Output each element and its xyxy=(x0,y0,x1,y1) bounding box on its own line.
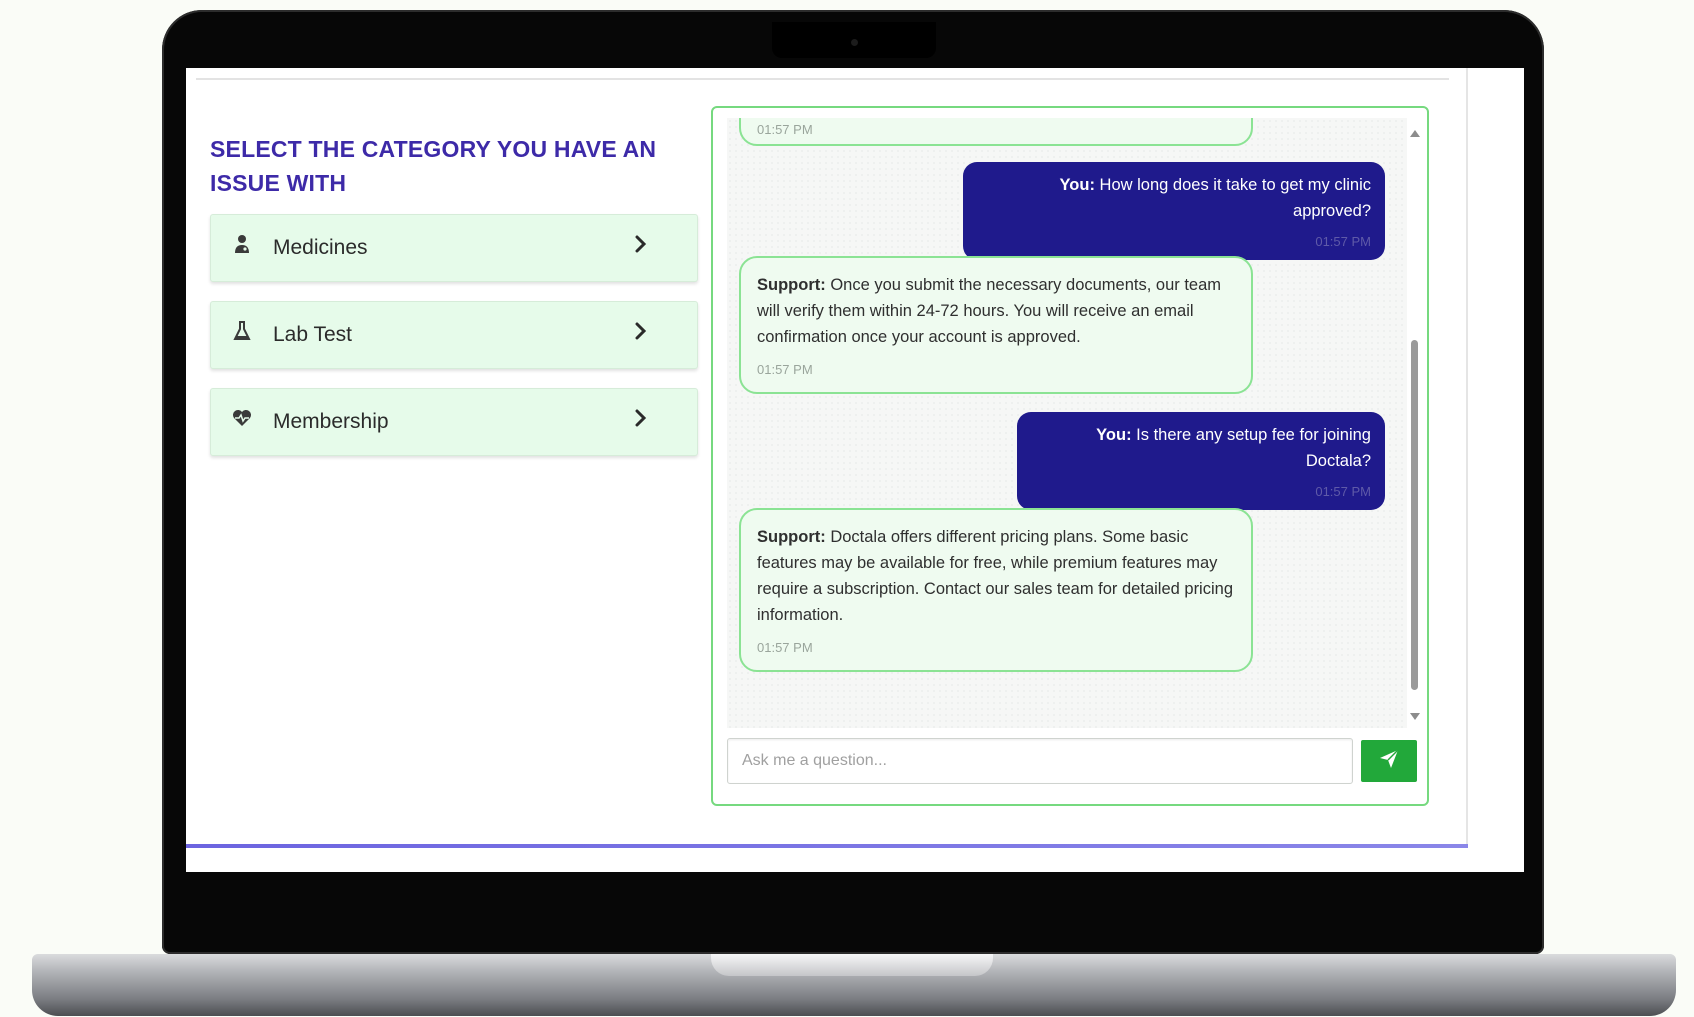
message-sender: You: xyxy=(1096,426,1132,444)
support-message: 01:57 PM xyxy=(739,118,1253,146)
message-body: How long does it take to get my clinic a… xyxy=(1094,176,1371,220)
flask-icon xyxy=(231,320,253,342)
divider xyxy=(196,78,1449,80)
message-time: 01:57 PM xyxy=(757,640,813,655)
chat-panel: 01:57 PM You: How long does it take to g… xyxy=(711,106,1429,806)
message-sender: Support: xyxy=(757,528,826,546)
user-message: You: How long does it take to get my cli… xyxy=(963,162,1385,260)
category-heading: SELECT THE CATEGORY YOU HAVE AN ISSUE WI… xyxy=(210,136,657,196)
support-message: Support: Once you submit the necessary d… xyxy=(739,256,1253,394)
message-body: Is there any setup fee for joining Docta… xyxy=(1131,426,1371,470)
message-text: Support: Once you submit the necessary d… xyxy=(757,272,1235,350)
support-message: Support: Doctala offers different pricin… xyxy=(739,508,1253,672)
camera-icon xyxy=(851,39,858,46)
message-text: You: Is there any setup fee for joining … xyxy=(1031,422,1371,474)
message-time: 01:57 PM xyxy=(1315,484,1371,499)
chevron-right-icon xyxy=(631,232,651,256)
message-body: Once you submit the necessary documents,… xyxy=(757,276,1222,346)
laptop-screen: SELECT THE CATEGORY YOU HAVE AN ISSUE WI… xyxy=(186,68,1524,872)
divider xyxy=(1466,68,1468,846)
category-label: Membership xyxy=(273,410,389,433)
doctor-icon xyxy=(231,233,253,255)
message-time: 01:57 PM xyxy=(757,362,813,377)
message-text: Support: Doctala offers different pricin… xyxy=(757,524,1235,628)
paper-plane-icon xyxy=(1379,748,1399,774)
chevron-right-icon xyxy=(631,406,651,430)
chat-input[interactable] xyxy=(727,738,1353,784)
scroll-up-arrow-icon[interactable] xyxy=(1410,130,1420,137)
divider xyxy=(186,844,1468,848)
message-text: You: How long does it take to get my cli… xyxy=(977,172,1371,224)
message-body: Doctala offers different pricing plans. … xyxy=(757,528,1233,624)
category-label: Medicines xyxy=(273,236,368,259)
chat-input-row xyxy=(727,738,1421,784)
scroll-down-arrow-icon[interactable] xyxy=(1410,713,1420,720)
category-label: Lab Test xyxy=(273,323,353,346)
scrollbar-thumb[interactable] xyxy=(1411,340,1418,690)
category-list: Medicines Lab Test Membership xyxy=(210,214,698,475)
chat-scrollbar[interactable] xyxy=(1407,118,1423,728)
message-time: 01:57 PM xyxy=(1315,234,1371,249)
user-message: You: Is there any setup fee for joining … xyxy=(1017,412,1385,510)
message-sender: You: xyxy=(1059,176,1095,194)
send-button[interactable] xyxy=(1361,740,1417,782)
category-item-membership[interactable]: Membership xyxy=(210,388,698,456)
heart-pulse-icon xyxy=(231,407,253,429)
message-time: 01:57 PM xyxy=(757,122,813,137)
chat-messages[interactable]: 01:57 PM You: How long does it take to g… xyxy=(727,118,1407,728)
message-sender: Support: xyxy=(757,276,826,294)
category-item-medicines[interactable]: Medicines xyxy=(210,214,698,282)
laptop-base-notch xyxy=(711,954,993,976)
category-item-lab-test[interactable]: Lab Test xyxy=(210,301,698,369)
chevron-right-icon xyxy=(631,319,651,343)
